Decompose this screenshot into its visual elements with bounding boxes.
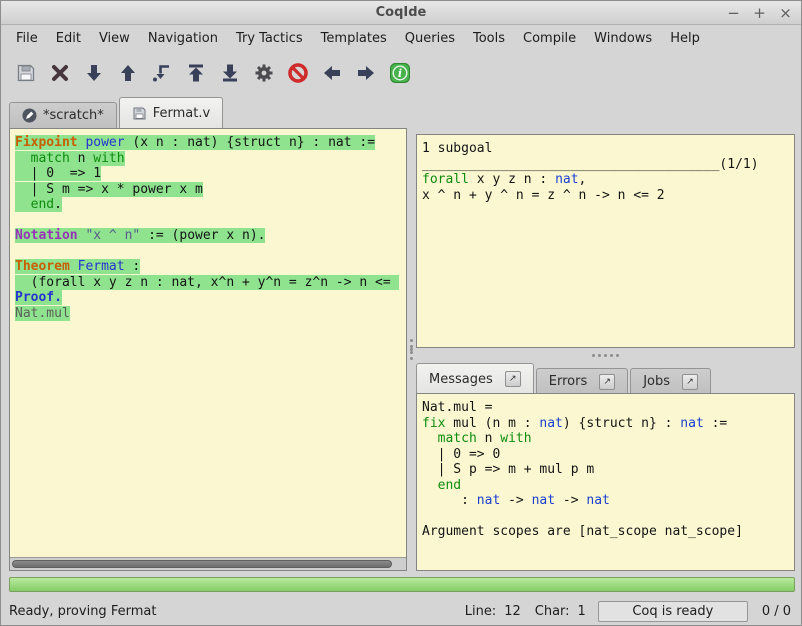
horizontal-splitter[interactable] xyxy=(416,348,795,363)
menu-try-tactics[interactable]: Try Tactics xyxy=(227,27,312,50)
code-line: Nat.mul = xyxy=(422,400,790,416)
minimize-button[interactable]: − xyxy=(726,3,741,23)
menu-view[interactable]: View xyxy=(90,27,139,50)
code-line: end xyxy=(422,478,790,494)
menu-templates[interactable]: Templates xyxy=(312,27,396,50)
code-line: Proof. xyxy=(15,290,402,306)
script-buffer[interactable]: Fixpoint power (x n : nat) {struct n} : … xyxy=(10,129,406,557)
tab-fermat[interactable]: Fermat.v xyxy=(119,97,223,128)
code-line xyxy=(422,509,790,525)
window-title: CoqIde xyxy=(1,5,801,20)
line-value: 12 xyxy=(504,604,521,619)
code-line: | S m => x * power x m xyxy=(15,182,402,198)
status-message: Ready, proving Fermat xyxy=(9,604,451,619)
char-label: Char: xyxy=(535,604,570,619)
code-line: fix mul (n m : nat) {struct n} : nat := xyxy=(422,416,790,432)
statusbar: Ready, proving Fermat Line: 12 Char: 1 C… xyxy=(1,597,801,625)
fully-check-icon[interactable] xyxy=(247,56,281,90)
window-controls: −+ × xyxy=(726,3,793,23)
worker-count: 0 / 0 xyxy=(762,604,791,619)
detach-icon[interactable]: ↗ xyxy=(682,374,698,390)
script-editor[interactable]: Fixpoint power (x n : nat) {struct n} : … xyxy=(9,128,407,571)
go-to-end-icon[interactable] xyxy=(213,56,247,90)
progress-bar xyxy=(9,577,795,592)
scrollbar-thumb[interactable] xyxy=(12,560,392,568)
menu-help[interactable]: Help xyxy=(661,27,709,50)
detach-icon[interactable]: ↗ xyxy=(599,374,615,390)
detach-icon[interactable]: ↗ xyxy=(505,371,521,387)
editor-tabbar: *scratch* Fermat.v xyxy=(9,97,225,128)
menu-compile[interactable]: Compile xyxy=(514,27,585,50)
about-icon[interactable]: i xyxy=(383,56,417,90)
goals-buffer: 1 subgoal_______________________________… xyxy=(417,135,794,205)
messages-buffer: Nat.mul =fix mul (n m : nat) {struct n} … xyxy=(417,394,794,542)
backward-icon[interactable] xyxy=(111,56,145,90)
code-line: x ^ n + y ^ n = z ^ n -> n <= 2 xyxy=(422,188,790,204)
horizontal-scrollbar[interactable] xyxy=(10,557,406,570)
close-icon[interactable] xyxy=(43,56,77,90)
code-line: match n with xyxy=(422,431,790,447)
menu-windows[interactable]: Windows xyxy=(585,27,661,50)
menubar: FileEditViewNavigationTry TacticsTemplat… xyxy=(1,26,801,51)
goals-panel: 1 subgoal_______________________________… xyxy=(416,134,795,348)
tab-label: Messages xyxy=(429,372,493,387)
menu-file[interactable]: File xyxy=(7,27,47,50)
close-button[interactable]: × xyxy=(778,3,793,23)
tab-jobs[interactable]: Jobs ↗ xyxy=(630,368,711,394)
pen-icon xyxy=(22,108,37,123)
forward-icon[interactable] xyxy=(77,56,111,90)
tab-errors[interactable]: Errors ↗ xyxy=(536,368,628,394)
toolbar: i xyxy=(1,52,801,94)
menu-queries[interactable]: Queries xyxy=(396,27,464,50)
tab-label: Errors xyxy=(549,374,587,389)
code-line: Nat.mul xyxy=(15,306,402,322)
line-label: Line: xyxy=(465,604,496,619)
save-icon[interactable] xyxy=(9,56,43,90)
code-line: : nat -> nat -> nat xyxy=(422,493,790,509)
code-line: Theorem Fermat : xyxy=(15,259,402,275)
vertical-splitter[interactable] xyxy=(407,128,416,571)
tab-messages[interactable]: Messages ↗ xyxy=(416,363,534,394)
code-line: | 0 => 1 xyxy=(15,166,402,182)
code-line: Notation "x ^ n" := (power x n). xyxy=(15,228,402,244)
tab-label: Jobs xyxy=(643,374,670,389)
file-icon xyxy=(132,106,147,121)
goto-cursor-icon[interactable] xyxy=(145,56,179,90)
messages-panel: Nat.mul =fix mul (n m : nat) {struct n} … xyxy=(416,393,795,571)
coqide-window: CoqIde −+ × FileEditViewNavigationTry Tac… xyxy=(0,0,802,626)
menu-tools[interactable]: Tools xyxy=(464,27,514,50)
code-line xyxy=(15,244,402,260)
svg-text:i: i xyxy=(398,67,402,80)
code-line: match n with xyxy=(15,151,402,167)
code-line: Argument scopes are [nat_scope nat_scope… xyxy=(422,524,790,540)
maximize-button[interactable]: + xyxy=(752,3,767,23)
previous-occurrence-icon[interactable] xyxy=(315,56,349,90)
tab-label: Fermat.v xyxy=(153,106,210,121)
code-line: | S p => m + mul p m xyxy=(422,462,790,478)
code-line: | 0 => 0 xyxy=(422,447,790,463)
menu-navigation[interactable]: Navigation xyxy=(139,27,227,50)
char-value: 1 xyxy=(578,604,586,619)
code-line: (forall x y z n : nat, x^n + y^n = z^n -… xyxy=(15,275,402,291)
tab-scratch[interactable]: *scratch* xyxy=(9,102,117,128)
code-line xyxy=(15,213,402,229)
menu-edit[interactable]: Edit xyxy=(47,27,90,50)
coq-status: Coq is ready xyxy=(598,601,748,622)
code-line: Fixpoint power (x n : nat) {struct n} : … xyxy=(15,135,402,151)
splitter-dots xyxy=(604,354,607,357)
titlebar[interactable]: CoqIde −+ × xyxy=(1,1,801,25)
code-line: ______________________________________(1… xyxy=(422,157,790,173)
interrupt-icon[interactable] xyxy=(281,56,315,90)
code-line: end. xyxy=(15,197,402,213)
code-line: forall x y z n : nat, xyxy=(422,172,790,188)
splitter-dots xyxy=(410,348,413,351)
next-occurrence-icon[interactable] xyxy=(349,56,383,90)
messages-tabbar: Messages ↗ Errors ↗ Jobs ↗ xyxy=(416,363,713,394)
code-line: 1 subgoal xyxy=(422,141,790,157)
go-to-start-icon[interactable] xyxy=(179,56,213,90)
tab-label: *scratch* xyxy=(43,108,104,123)
